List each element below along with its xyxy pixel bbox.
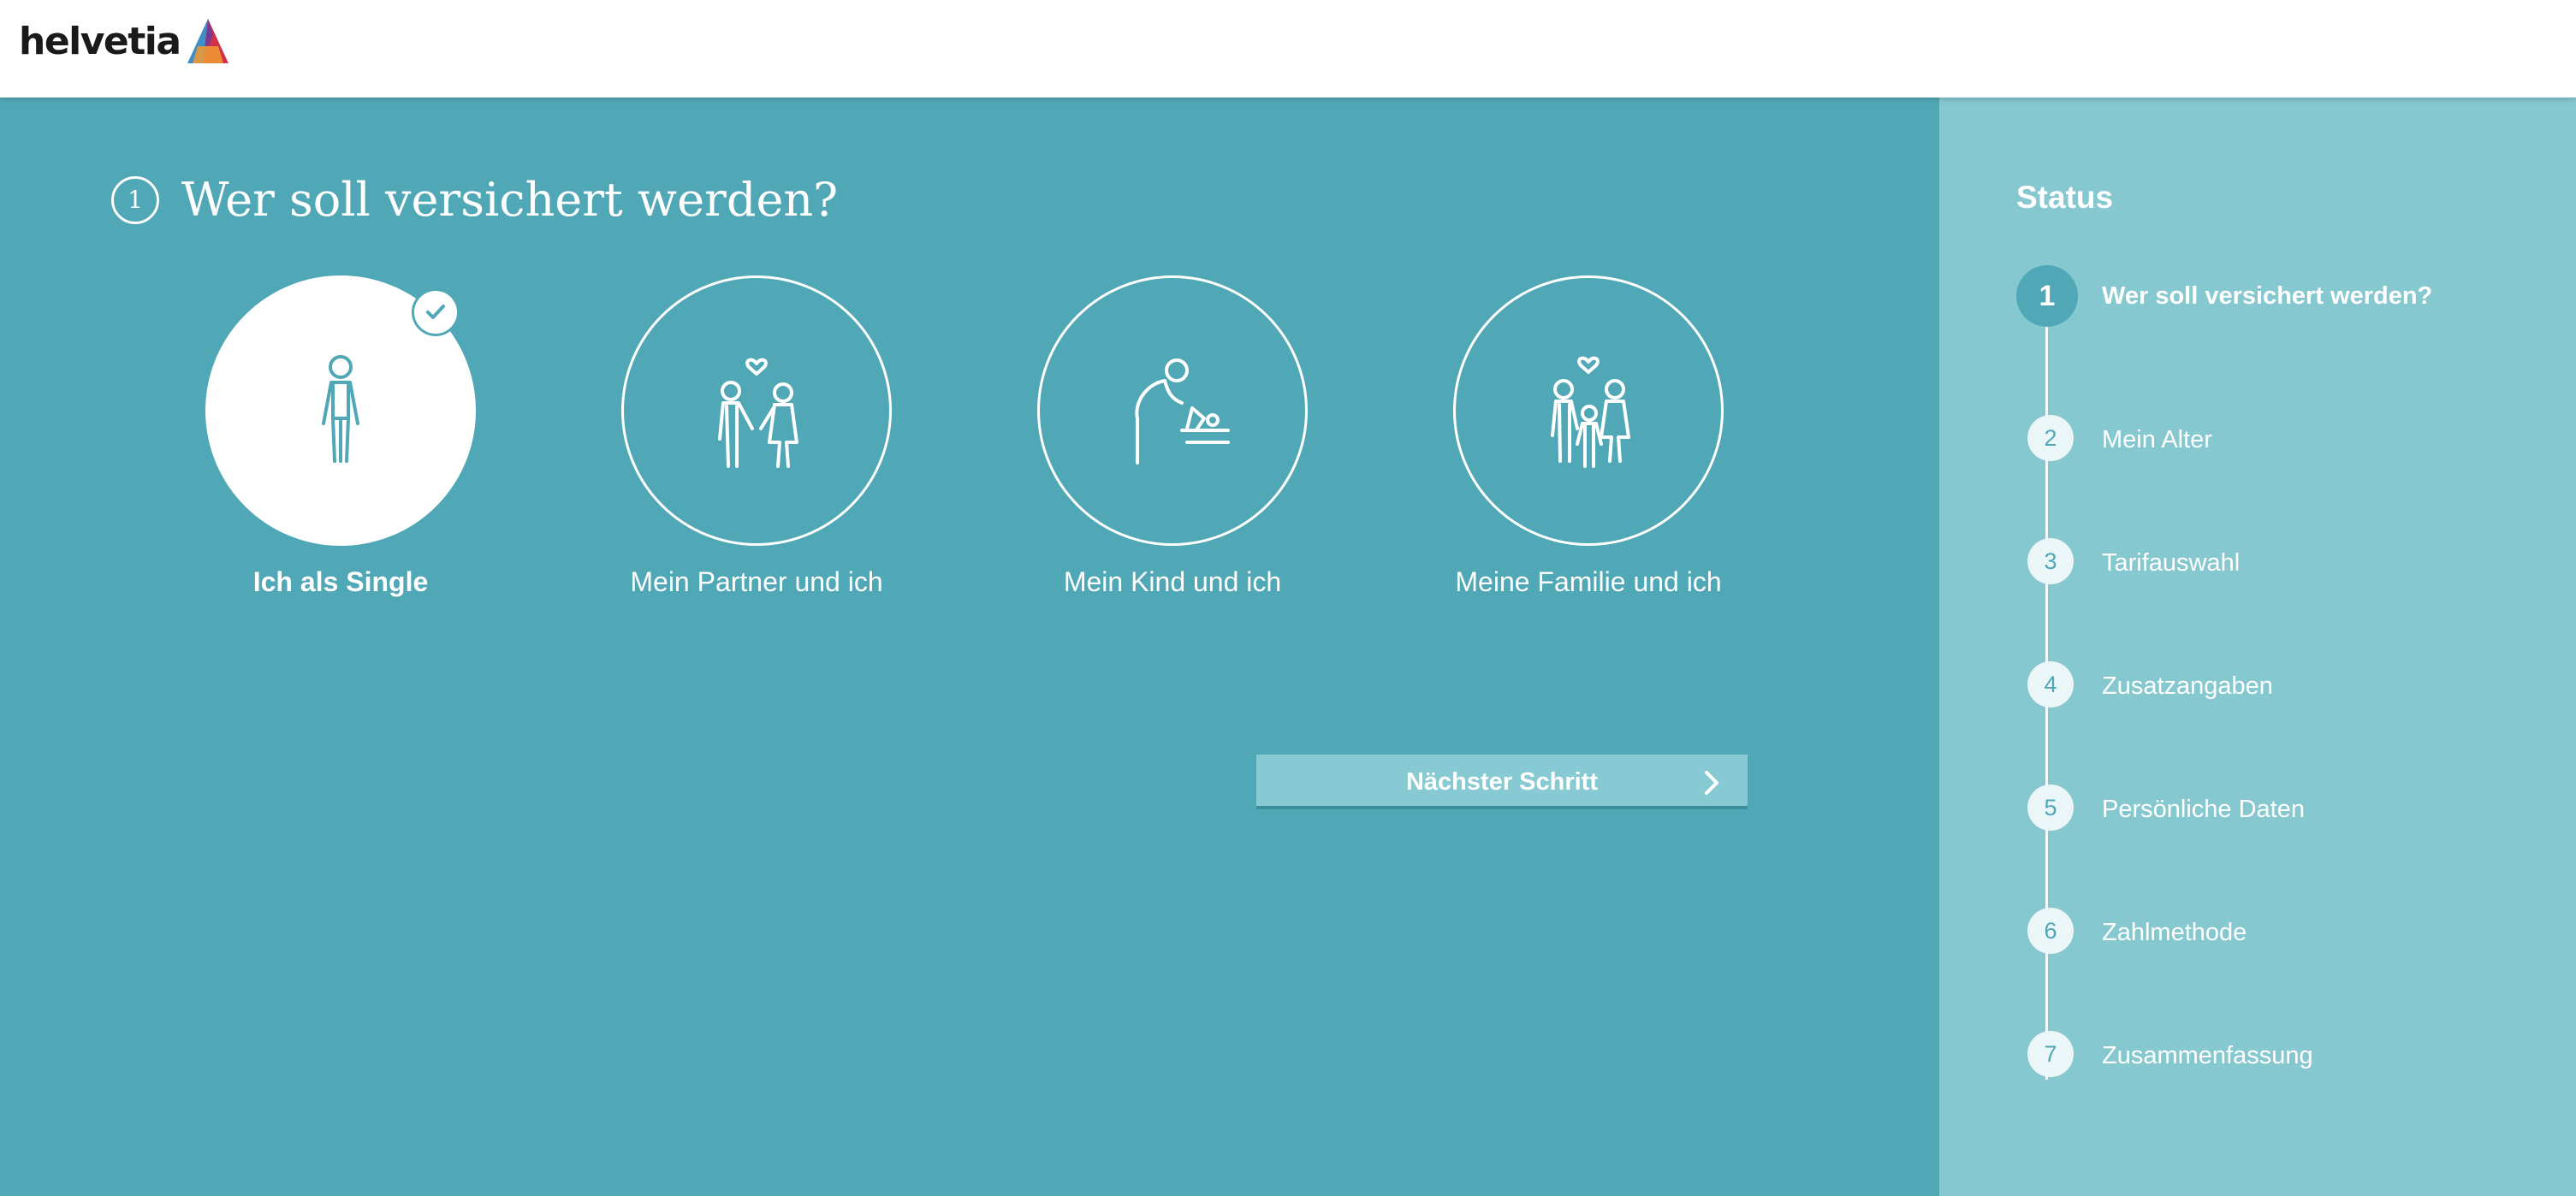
chevron-right-icon (1705, 771, 1718, 795)
option-label: Ich als Single (252, 566, 429, 597)
selected-check (414, 291, 457, 334)
question-title-row: 1 Wer soll versichert werden? (111, 173, 838, 227)
status-step-1[interactable]: 1 Wer soll versichert werden? (1939, 265, 2576, 334)
status-sidebar: Status 1 Wer soll versichert werden? 2 M… (1939, 98, 2576, 1196)
step-number: 6 (2027, 908, 2074, 954)
status-step-6: 6 Zahlmethode (1939, 897, 2576, 965)
single-person-icon (322, 355, 359, 463)
step-label: Mein Alter (2102, 426, 2212, 453)
brand-name: helvetia (19, 19, 181, 63)
status-step-2: 2 Mein Alter (1939, 404, 2576, 472)
step-label: Zusatzangaben (2102, 672, 2273, 700)
status-step-5: 5 Persönliche Daten (1939, 773, 2576, 842)
step-label: Tarifauswahl (2102, 549, 2241, 577)
option-circle[interactable] (621, 275, 892, 546)
family-icon (1551, 356, 1630, 468)
step-number: 3 (2027, 538, 2074, 584)
option-circle[interactable] (1037, 275, 1308, 546)
step-number: 1 (2016, 265, 2078, 327)
option-label: Mein Kind und ich (1063, 566, 1282, 597)
status-step-3: 3 Tarifauswahl (1939, 527, 2576, 595)
step-number: 5 (2027, 785, 2074, 831)
status-step-4: 4 Zusatzangaben (1939, 650, 2576, 719)
next-step-label: Nächster Schritt (1405, 768, 1598, 796)
couple-icon (718, 358, 798, 468)
step-number-badge: 1 (111, 175, 159, 224)
checkmark-icon (426, 305, 445, 319)
option-circle[interactable] (1453, 275, 1724, 546)
next-step-button[interactable]: Nächster Schritt (1256, 755, 1748, 809)
page-title: Wer soll versichert werden? (181, 173, 839, 227)
step-number: 2 (2027, 415, 2074, 461)
option-label: Mein Partner und ich (630, 566, 883, 597)
parent-child-icon (1135, 358, 1230, 465)
helvetia-mark-icon (187, 19, 229, 63)
step-label: Wer soll versichert werden? (2102, 282, 2433, 310)
helvetia-logo[interactable]: helvetia (19, 15, 232, 67)
step-label: Persönliche Daten (2102, 796, 2305, 823)
step-number: 4 (2027, 661, 2074, 708)
step-label: Zahlmethode (2102, 919, 2247, 946)
option-label: Meine Familie und ich (1455, 566, 1722, 597)
step-number: 7 (2027, 1031, 2074, 1077)
header: helvetia (0, 0, 2576, 98)
step-label: Zusammenfassung (2102, 1042, 2313, 1069)
status-step-7: 7 Zusammenfassung (1939, 1020, 2576, 1088)
main-panel: 1 Wer soll versichert werden? Ich als Si… (0, 98, 1939, 1196)
status-title: Status (2016, 180, 2114, 215)
